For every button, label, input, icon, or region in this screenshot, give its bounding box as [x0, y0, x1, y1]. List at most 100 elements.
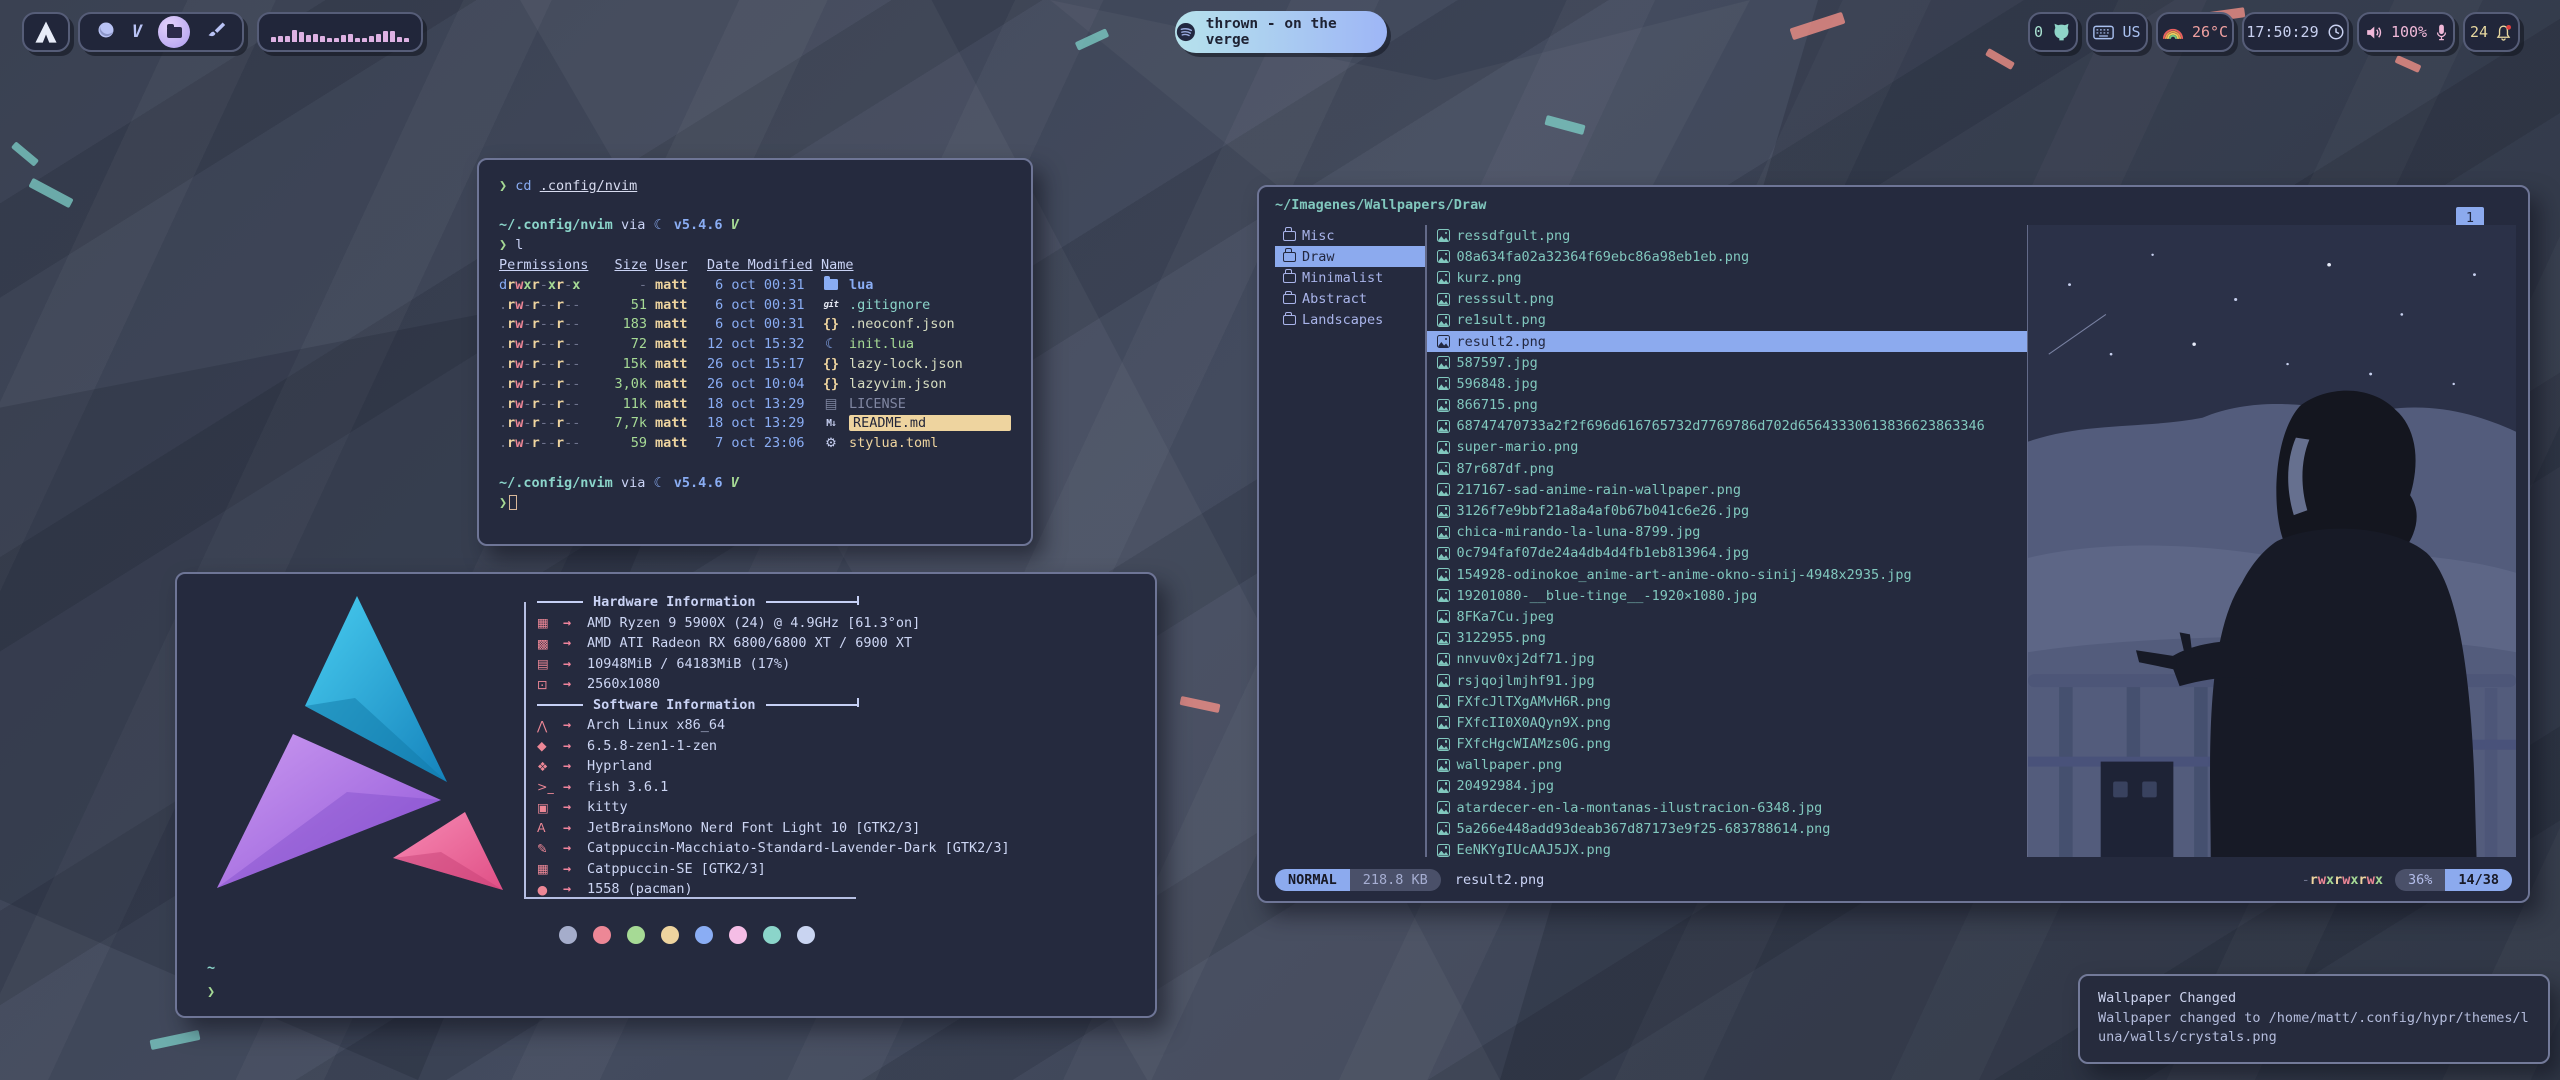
notification-popup[interactable]: Wallpaper Changed Wallpaper changed to /…: [2078, 974, 2550, 1064]
prompt-symbol: ❯: [499, 178, 507, 194]
notification-title: Wallpaper Changed: [2098, 989, 2530, 1009]
file-row[interactable]: 5a266e448add93deab367d87173e9f25-6837886…: [1427, 818, 2027, 839]
file-manager-window: ~/Imagenes/Wallpapers/Draw 1 MiscDrawMin…: [1257, 185, 2530, 903]
file-row[interactable]: 68747470733a2f2f696d616765732d7769786d70…: [1427, 416, 2027, 437]
file-row[interactable]: resssult.png: [1427, 289, 2027, 310]
image-file-icon: [1437, 526, 1450, 539]
arrow-icon: →: [563, 758, 587, 774]
file-row[interactable]: result2.png: [1427, 331, 2027, 352]
braces-file-icon: {}: [823, 356, 839, 372]
header-permissions: Permissions: [499, 257, 591, 273]
file-row[interactable]: EeNKYgIUcAAJ5JX.png: [1427, 839, 2027, 857]
file-row[interactable]: rsjqojlmjhf91.jpg: [1427, 670, 2027, 691]
file-row[interactable]: 154928-odinokoe_anime-art-anime-okno-sin…: [1427, 564, 2027, 585]
fetch-window: Hardware Information ▦→AMD Ryzen 9 5900X…: [175, 572, 1157, 1018]
file-row[interactable]: FXfcHgcWIAMzs0G.png: [1427, 734, 2027, 755]
file-row[interactable]: 866715.png: [1427, 395, 2027, 416]
fetch-info-row: ▤→10948MiB / 64183MiB (17%): [537, 654, 1137, 675]
image-file-icon: [1437, 568, 1450, 581]
visualizer-bar: [320, 36, 325, 42]
prompt-symbol[interactable]: ❯: [207, 984, 215, 1000]
visualizer-bar: [383, 31, 388, 42]
image-file-icon: [1437, 377, 1450, 390]
folder-icon: [167, 27, 182, 38]
terminal-listing-row: .rw-r--r--72matt12 oct 15:32☾init.lua: [499, 334, 1011, 354]
software-section-header: Software Information: [537, 695, 859, 716]
file-row[interactable]: 8FKa7Cu.jpeg: [1427, 606, 2027, 627]
fetch-info-value: Hyprland: [587, 758, 652, 774]
color-dot: [661, 926, 679, 944]
sidebar-item-draw[interactable]: Draw: [1275, 246, 1425, 267]
launcher-button[interactable]: [22, 12, 70, 52]
file-row[interactable]: 08a634fa02a32364f69ebc86a98eb1eb.png: [1427, 246, 2027, 267]
clock-icon: [2327, 23, 2345, 41]
file-row[interactable]: wallpaper.png: [1427, 755, 2027, 776]
speaker-icon: [2364, 23, 2383, 42]
logo-triangle-pink: [393, 812, 503, 890]
arrow-icon: →: [563, 676, 587, 692]
sidebar-item-landscapes[interactable]: Landscapes: [1275, 310, 1425, 331]
image-file-icon: [1437, 441, 1450, 454]
file-row[interactable]: 3122955.png: [1427, 628, 2027, 649]
file-name: lua: [849, 277, 1011, 293]
image-file-icon: [1437, 610, 1450, 623]
image-file-icon: [1437, 822, 1450, 835]
scroll-percent-badge: 36%: [2395, 869, 2445, 891]
file-row[interactable]: FXfcII0X0AQyn9X.png: [1427, 712, 2027, 733]
file-row[interactable]: atardecer-en-la-montanas-ilustracion-634…: [1427, 797, 2027, 818]
notification-body: Wallpaper changed to /home/matt/.config/…: [2098, 1009, 2530, 1048]
file-row[interactable]: 20492984.jpg: [1427, 776, 2027, 797]
file-row[interactable]: kurz.png: [1427, 267, 2027, 288]
terminal-listing-row: .rw-r--r--183matt 6 oct 00:31{}.neoconf.…: [499, 315, 1011, 335]
github-icon: [2051, 22, 2072, 43]
via-label: via: [621, 217, 645, 233]
file-row[interactable]: ressdfgult.png: [1427, 225, 2027, 246]
file-row[interactable]: 596848.jpg: [1427, 373, 2027, 394]
prompt-tilde: ~: [207, 960, 215, 976]
files-icon[interactable]: [158, 16, 190, 48]
visualizer-bar: [271, 37, 276, 42]
date-notifications-module[interactable]: 24: [2463, 12, 2520, 52]
sidebar-item-misc[interactable]: Misc: [1275, 225, 1425, 246]
file-row[interactable]: FXfcJlTXgAMvH6R.png: [1427, 691, 2027, 712]
file-row[interactable]: 19201080-__blue-tinge__-1920×1080.jpg: [1427, 585, 2027, 606]
clock-module[interactable]: 17:50:29: [2242, 12, 2349, 52]
firefox-icon[interactable]: [96, 20, 116, 44]
file-row[interactable]: 0c794faf07de24a4db4d4fb1eb813964.jpg: [1427, 543, 2027, 564]
github-module[interactable]: 0: [2028, 12, 2078, 52]
file-row[interactable]: 587597.jpg: [1427, 352, 2027, 373]
vim-check-icon: V: [731, 217, 739, 233]
file-name: README.md: [849, 415, 1011, 431]
volume-module[interactable]: 100%: [2357, 12, 2455, 52]
arrow-icon: →: [563, 717, 587, 733]
weather-module[interactable]: 26°C: [2156, 12, 2234, 52]
file-row[interactable]: nnvuv0xj2df71.jpg: [1427, 649, 2027, 670]
image-file-icon: [1437, 293, 1450, 306]
lua-version: v5.4.6: [674, 475, 723, 491]
fetch-info-value: 6.5.8-zen1-1-zen: [587, 738, 717, 754]
media-player-pill[interactable]: thrown - on the verge: [1175, 11, 1387, 53]
terminal-prompt-line[interactable]: ❯: [499, 493, 1011, 513]
file-row[interactable]: re1sult.png: [1427, 310, 2027, 331]
keyboard-layout-module[interactable]: US: [2086, 12, 2148, 52]
folder-icon: [1283, 231, 1296, 241]
file-row[interactable]: super-mario.png: [1427, 437, 2027, 458]
terminal-listing-row: drwxr-xr-x-matt 6 oct 00:31lua: [499, 275, 1011, 295]
sidebar-item-minimalist[interactable]: Minimalist: [1275, 267, 1425, 288]
image-file-icon: [1437, 420, 1450, 433]
via-label: via: [621, 475, 645, 491]
fetch-info-value: Arch Linux x86_64: [587, 717, 725, 733]
audio-visualizer[interactable]: [257, 12, 423, 52]
file-row[interactable]: 217167-sad-anime-rain-wallpaper.png: [1427, 479, 2027, 500]
file-row[interactable]: chica-mirando-la-luna-8799.jpg: [1427, 522, 2027, 543]
file-row[interactable]: 87r687df.png: [1427, 458, 2027, 479]
paintbrush-icon[interactable]: [206, 20, 226, 44]
terminal-context-line: ~/.config/nvim via ☾ v5.4.6 V: [499, 473, 1011, 493]
fetch-info-value: AMD Ryzen 9 5900X (24) @ 4.9GHz [61.3°on…: [587, 615, 920, 631]
status-right: -rwxrwxrwx 36% 14/38: [2302, 869, 2512, 891]
color-dot: [627, 926, 645, 944]
file-row[interactable]: 3126f7e9bbf21a8a4af0b67b041c6e26.jpg: [1427, 500, 2027, 521]
sidebar-item-abstract[interactable]: Abstract: [1275, 289, 1425, 310]
vim-icon[interactable]: V: [132, 22, 142, 42]
file-name: lazyvim.json: [849, 376, 1011, 392]
